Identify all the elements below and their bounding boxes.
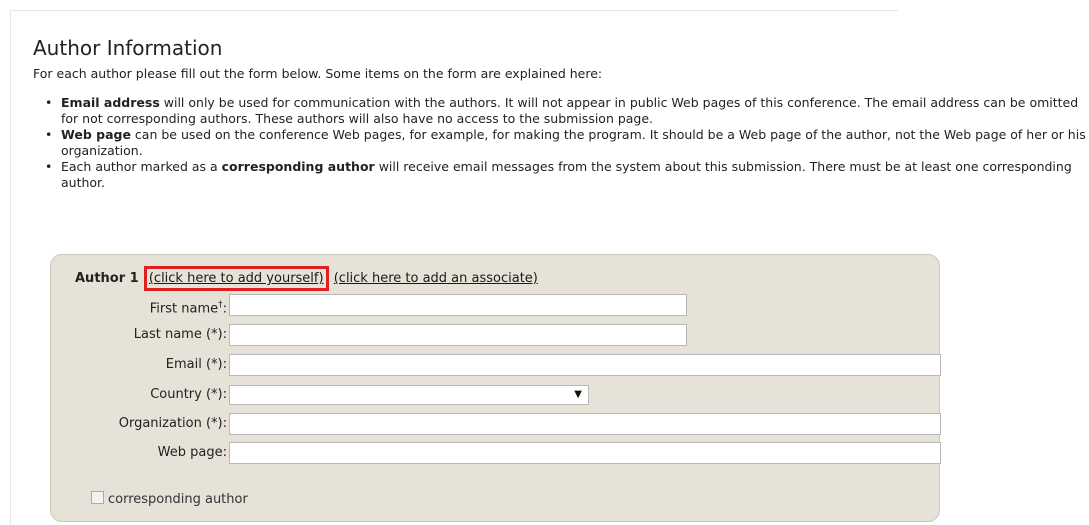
notes-list: Email address will only be used for comm… <box>33 95 1089 191</box>
email-label-col: Email (*): <box>51 353 227 377</box>
email-label: Email (*): <box>165 357 227 372</box>
organization-label: Organization (*): <box>118 416 227 431</box>
email-row: Email (*): <box>51 353 941 377</box>
web-page-row: Web page: <box>51 441 941 465</box>
country-row: Country (*): ▼ <box>51 383 941 407</box>
note-text: can be used on the conference Web pages,… <box>61 127 1086 158</box>
author-1-panel: Author 1 (click here to add yourself) (c… <box>50 254 941 522</box>
note-email: Email address will only be used for comm… <box>45 95 1089 127</box>
web-page-input[interactable] <box>229 442 941 464</box>
note-webpage: Web page can be used on the conference W… <box>45 127 1089 159</box>
author-info-section: Author Information For each author pleas… <box>33 36 1089 191</box>
web-page-label-col: Web page: <box>51 441 227 465</box>
country-label: Country (*): <box>150 387 227 402</box>
top-divider <box>10 10 898 11</box>
first-name-label-col: First name†: <box>51 293 227 317</box>
first-name-label: First name†: <box>149 300 227 317</box>
corresponding-author-row: corresponding author <box>91 491 248 507</box>
intro-text: For each author please fill out the form… <box>33 66 603 81</box>
organization-label-col: Organization (*): <box>51 412 227 436</box>
page-title: Author Information <box>33 36 223 60</box>
country-select[interactable]: ▼ <box>229 385 589 405</box>
first-name-row: First name†: <box>51 293 941 317</box>
organization-input[interactable] <box>229 413 941 435</box>
note-bold: Email address <box>61 95 160 110</box>
organization-row: Organization (*): <box>51 412 941 436</box>
corresponding-author-label: corresponding author <box>108 492 248 507</box>
last-name-label: Last name (*): <box>133 327 227 342</box>
chevron-down-icon: ▼ <box>574 389 582 400</box>
note-bold: Web page <box>61 127 131 142</box>
author-title: Author 1 <box>75 271 139 286</box>
web-page-label: Web page: <box>157 445 227 460</box>
note-corresponding: Each author marked as a corresponding au… <box>45 159 1089 191</box>
add-associate-link[interactable]: (click here to add an associate) <box>334 271 538 286</box>
note-text: will only be used for communication with… <box>61 95 1079 126</box>
country-label-col: Country (*): <box>51 383 227 407</box>
corresponding-author-checkbox[interactable] <box>91 491 104 504</box>
last-name-label-col: Last name (*): <box>51 323 227 347</box>
last-name-row: Last name (*): <box>51 323 941 347</box>
first-name-input[interactable] <box>229 294 687 316</box>
add-yourself-link[interactable]: (click here to add yourself) <box>143 266 329 291</box>
email-input[interactable] <box>229 354 941 376</box>
note-bold: corresponding author <box>221 159 375 174</box>
left-divider <box>10 10 11 525</box>
last-name-input[interactable] <box>229 324 687 346</box>
author-header: Author 1 (click here to add yourself) (c… <box>75 266 538 291</box>
note-pre: Each author marked as a <box>61 159 222 174</box>
